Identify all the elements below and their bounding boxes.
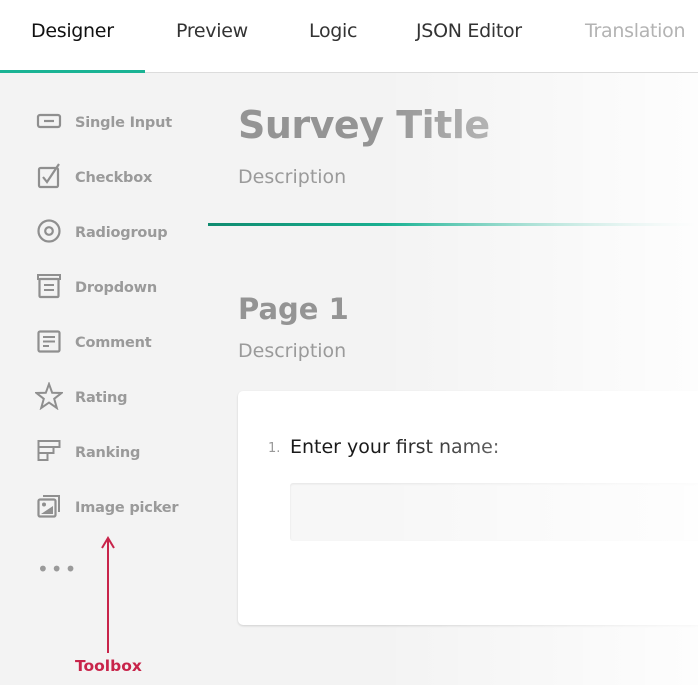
dropdown-icon: [35, 272, 63, 304]
toolbox-item-label: Ranking: [75, 445, 141, 461]
comment-icon: [35, 327, 63, 359]
toolbox-item-label: Dropdown: [75, 280, 157, 296]
question-card[interactable]: 1. Enter your first name:: [238, 391, 698, 625]
tab-designer[interactable]: Designer: [31, 20, 114, 42]
toolbox-item-image-picker[interactable]: Image picker: [35, 492, 179, 524]
survey-header-divider: [208, 223, 698, 226]
page-title[interactable]: Page 1: [238, 292, 349, 326]
tab-logic[interactable]: Logic: [309, 20, 357, 42]
radiogroup-icon: [35, 217, 63, 249]
toolbox-item-label: Checkbox: [75, 170, 153, 186]
toolbox-item-comment[interactable]: Comment: [35, 328, 152, 358]
tab-preview[interactable]: Preview: [176, 20, 248, 42]
page-description[interactable]: Description: [238, 340, 346, 362]
top-tab-bar: Designer Preview Logic JSON Editor Trans…: [0, 0, 698, 73]
toolbox-item-label: Single Input: [75, 115, 172, 131]
annotation-arrow-icon: [101, 536, 115, 653]
more-tools-button[interactable]: •••: [37, 557, 78, 581]
toolbox-annotation-label: Toolbox: [75, 657, 142, 675]
toolbox-item-dropdown[interactable]: Dropdown: [35, 273, 157, 303]
toolbox-item-label: Radiogroup: [75, 225, 168, 241]
toolbox-item-label: Rating: [75, 390, 128, 406]
toolbox-item-label: Comment: [75, 335, 152, 351]
toolbox-item-label: Image picker: [75, 500, 179, 516]
question-number: 1.: [268, 441, 281, 456]
survey-title[interactable]: Survey Title: [238, 103, 490, 147]
image-picker-icon: [35, 492, 63, 524]
first-name-input[interactable]: [290, 483, 698, 541]
toolbox-item-radiogroup[interactable]: Radiogroup: [35, 217, 168, 249]
toolbox-item-checkbox[interactable]: Checkbox: [35, 163, 152, 193]
toolbox-item-single-input[interactable]: Single Input: [35, 108, 172, 138]
tab-json-editor[interactable]: JSON Editor: [416, 20, 522, 42]
toolbox-item-rating[interactable]: Rating: [33, 381, 128, 414]
single-input-icon: [35, 107, 63, 139]
star-icon: [33, 381, 65, 414]
checkbox-icon: [35, 162, 63, 194]
survey-description[interactable]: Description: [238, 166, 346, 188]
ranking-icon: [35, 437, 63, 469]
toolbox-item-ranking[interactable]: Ranking: [35, 438, 140, 468]
question-title[interactable]: Enter your first name:: [290, 436, 499, 458]
tab-translation[interactable]: Translation: [585, 20, 686, 42]
